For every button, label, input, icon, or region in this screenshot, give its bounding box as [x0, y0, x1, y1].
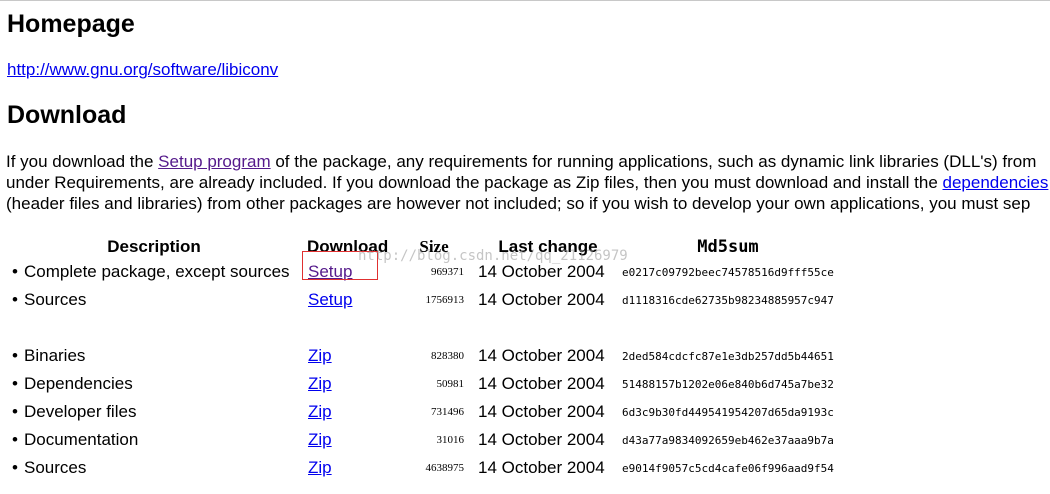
top-border	[0, 0, 1050, 1]
setup-program-link[interactable]: Setup program	[158, 152, 270, 171]
row-date: 14 October 2004	[478, 402, 605, 421]
bullet: •	[12, 262, 18, 281]
header-last-change: Last change	[498, 237, 598, 256]
row-download: Setup	[302, 286, 404, 314]
row-download: Zip	[302, 398, 404, 426]
paragraph-text: under Requirements, are already included…	[6, 173, 943, 192]
row-download: Zip	[302, 454, 404, 482]
table-row: • Developer files Zip 731496 14 October 2…	[6, 398, 834, 426]
homepage-link[interactable]: http://www.gnu.org/software/libiconv	[7, 60, 278, 80]
row-md5: e0217c09792beec74578516d9fff55ce	[622, 265, 834, 279]
row-description: • Documentation	[6, 426, 302, 454]
row-md5: d1118316cde62735b98234885957c947	[622, 293, 834, 307]
zip-dependencies-link[interactable]: Zip	[308, 374, 332, 393]
setup-sources-link[interactable]: Setup	[308, 290, 352, 309]
table-row: • Binaries Zip 828380 14 October 2004 2de…	[6, 342, 834, 370]
row-md5: 6d3c9b30fd449541954207d65da9193c	[622, 405, 834, 419]
description-text: Sources	[24, 458, 87, 477]
row-md5: e9014f9057c5cd4cafe06f996aad9f54	[622, 461, 834, 475]
table-header-row: Description Download Size Last change Md…	[6, 236, 834, 258]
header-md5sum: Md5sum	[697, 237, 759, 257]
row-description: • Binaries	[6, 342, 302, 370]
bullet: •	[12, 402, 18, 421]
row-md5: 2ded584cdcfc87e1e3db257dd5b44651	[622, 349, 834, 363]
table-row: • Documentation Zip 31016 14 October 2004…	[6, 426, 834, 454]
table-row: • Sources Setup 1756913 14 October 2004 d…	[6, 286, 834, 314]
row-description: • Developer files	[6, 398, 302, 426]
homepage-heading: Homepage	[7, 10, 135, 38]
zip-binaries-link[interactable]: Zip	[308, 346, 332, 365]
zip-sources-link[interactable]: Zip	[308, 458, 332, 477]
paragraph-line-3: (header files and libraries) from other …	[6, 194, 1031, 213]
bullet: •	[12, 430, 18, 449]
paragraph-text: If you download the	[6, 152, 159, 171]
description-text: Sources	[24, 290, 87, 309]
description-text: Binaries	[24, 346, 86, 365]
table-row: • Complete package, except sources Setup …	[6, 251, 834, 286]
header-size: Size	[419, 237, 449, 256]
row-description: • Sources	[6, 286, 302, 314]
spacer-cell	[6, 314, 834, 342]
download-heading: Download	[7, 101, 127, 129]
row-size: 828380	[431, 350, 464, 362]
description-text: Developer files	[24, 402, 137, 421]
row-download: Setup	[302, 251, 404, 286]
paragraph-text: of the package, any requirements for run…	[270, 152, 1037, 171]
dependencies-link[interactable]: dependencies	[943, 173, 1049, 192]
row-date: 14 October 2004	[478, 346, 605, 365]
bullet: •	[12, 374, 18, 393]
row-size: 50981	[436, 378, 465, 390]
description-text: Complete package, except sources	[24, 262, 290, 281]
zip-developer-files-link[interactable]: Zip	[308, 402, 332, 421]
download-table: Description Download Size Last change Md…	[6, 236, 834, 482]
paragraph-line-1: If you download the Setup program of the…	[6, 151, 1050, 172]
row-md5: d43a77a9834092659eb462e37aaa9b7a	[622, 433, 834, 447]
row-date: 14 October 2004	[478, 290, 605, 309]
download-cell: Setup	[302, 251, 378, 282]
table-spacer-row	[6, 314, 834, 342]
row-description: • Sources	[6, 454, 302, 482]
bullet: •	[12, 346, 18, 365]
row-date: 14 October 2004	[478, 458, 605, 477]
row-size: 1756913	[425, 294, 465, 306]
row-size: 731496	[431, 406, 464, 418]
table-row: • Sources Zip 4638975 14 October 2004 e90…	[6, 454, 834, 482]
paragraph-line-2: under Requirements, are already included…	[6, 172, 1050, 193]
row-download: Zip	[302, 342, 404, 370]
row-description: • Complete package, except sources	[6, 258, 302, 286]
header-description: Description	[107, 237, 201, 256]
row-date: 14 October 2004	[478, 262, 605, 281]
bullet: •	[12, 290, 18, 309]
download-paragraph: If you download the Setup program of the…	[6, 151, 1050, 214]
description-text: Dependencies	[24, 374, 133, 393]
row-size: 969371	[431, 266, 464, 278]
row-description: • Dependencies	[6, 370, 302, 398]
description-text: Documentation	[24, 430, 139, 449]
row-download: Zip	[302, 370, 404, 398]
bullet: •	[12, 458, 18, 477]
highlight-box	[302, 251, 378, 280]
row-md5: 51488157b1202e06e840b6d745a7be32	[622, 377, 834, 391]
row-size: 4638975	[425, 462, 465, 474]
row-download: Zip	[302, 426, 404, 454]
row-date: 14 October 2004	[478, 374, 605, 393]
zip-documentation-link[interactable]: Zip	[308, 430, 332, 449]
row-size: 31016	[436, 434, 465, 446]
table-row: • Dependencies Zip 50981 14 October 2004 …	[6, 370, 834, 398]
row-date: 14 October 2004	[478, 430, 605, 449]
